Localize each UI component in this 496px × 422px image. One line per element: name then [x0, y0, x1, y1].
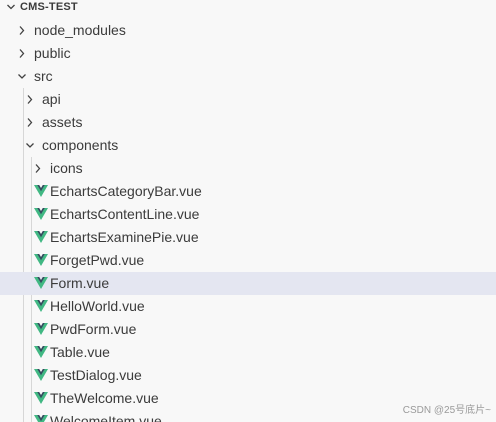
- folder-label: icons: [50, 160, 83, 176]
- file-explorer: CMS-TEST node_modulespublic src api assets c…: [0, 0, 496, 422]
- folder-label: public: [34, 45, 71, 61]
- tree-folder-row[interactable]: components: [0, 134, 496, 157]
- file-label: TestDialog.vue: [50, 367, 142, 383]
- vue-file-icon: [34, 208, 48, 220]
- file-label: EchartsExaminePie.vue: [50, 229, 199, 245]
- chevron-right-icon: [27, 95, 33, 104]
- file-label: EchartsContentLine.vue: [50, 206, 200, 222]
- tree-file-row[interactable]: EchartsExaminePie.vue: [0, 226, 496, 249]
- vue-file-icon: [34, 415, 48, 422]
- vue-file-icon: [34, 300, 48, 312]
- tree-folder-row[interactable]: node_modules: [0, 19, 496, 42]
- vue-file-icon: [34, 254, 48, 266]
- vue-file-icon: [34, 323, 48, 335]
- tree-folder-row[interactable]: api: [0, 88, 496, 111]
- file-label: ForgetPwd.vue: [50, 252, 145, 268]
- file-label: Table.vue: [50, 344, 110, 360]
- tree-folder-row[interactable]: assets: [0, 111, 496, 134]
- chevron-down-icon: [26, 143, 34, 148]
- explorer-title: CMS-TEST: [20, 1, 78, 13]
- vue-file-icon: [34, 231, 48, 243]
- folder-label: api: [42, 91, 61, 107]
- vue-file-icon: [34, 346, 48, 358]
- chevron-down-icon: [7, 4, 15, 10]
- tree-file-row[interactable]: Form.vue: [0, 272, 496, 295]
- tree-folder-row[interactable]: src: [0, 65, 496, 88]
- chevron-down-icon: [18, 74, 26, 79]
- file-label: WelcomeItem.vue: [50, 413, 162, 422]
- vue-file-icon: [34, 369, 48, 381]
- tree-file-row[interactable]: EchartsCategoryBar.vue: [0, 180, 496, 203]
- folder-label: assets: [42, 114, 83, 130]
- file-label: HelloWorld.vue: [50, 298, 145, 314]
- tree-folder-row[interactable]: public: [0, 42, 496, 65]
- file-label: TheWelcome.vue: [50, 390, 159, 406]
- tree-file-row[interactable]: TestDialog.vue: [0, 364, 496, 387]
- folder-label: node_modules: [34, 22, 126, 38]
- chevron-right-icon: [35, 164, 41, 173]
- chevron-right-icon: [19, 26, 25, 35]
- tree-file-row[interactable]: ForgetPwd.vue: [0, 249, 496, 272]
- explorer-section-header[interactable]: CMS-TEST: [0, 0, 496, 16]
- chevron-right-icon: [27, 118, 33, 127]
- file-label: PwdForm.vue: [50, 321, 137, 337]
- tree-file-row[interactable]: PwdForm.vue: [0, 318, 496, 341]
- vue-file-icon: [34, 185, 48, 197]
- vue-file-icon: [34, 392, 48, 404]
- tree-file-row[interactable]: HelloWorld.vue: [0, 295, 496, 318]
- tree-file-row[interactable]: Table.vue: [0, 341, 496, 364]
- watermark: CSDN @25号底片~: [402, 405, 491, 416]
- folder-label: components: [42, 137, 119, 153]
- chevron-right-icon: [19, 49, 25, 58]
- tree-folder-row[interactable]: icons: [0, 157, 496, 180]
- folder-label: src: [34, 68, 53, 84]
- file-label: Form.vue: [50, 275, 110, 291]
- file-label: EchartsCategoryBar.vue: [50, 183, 202, 199]
- vue-file-icon: [34, 277, 48, 289]
- tree-file-row[interactable]: EchartsContentLine.vue: [0, 203, 496, 226]
